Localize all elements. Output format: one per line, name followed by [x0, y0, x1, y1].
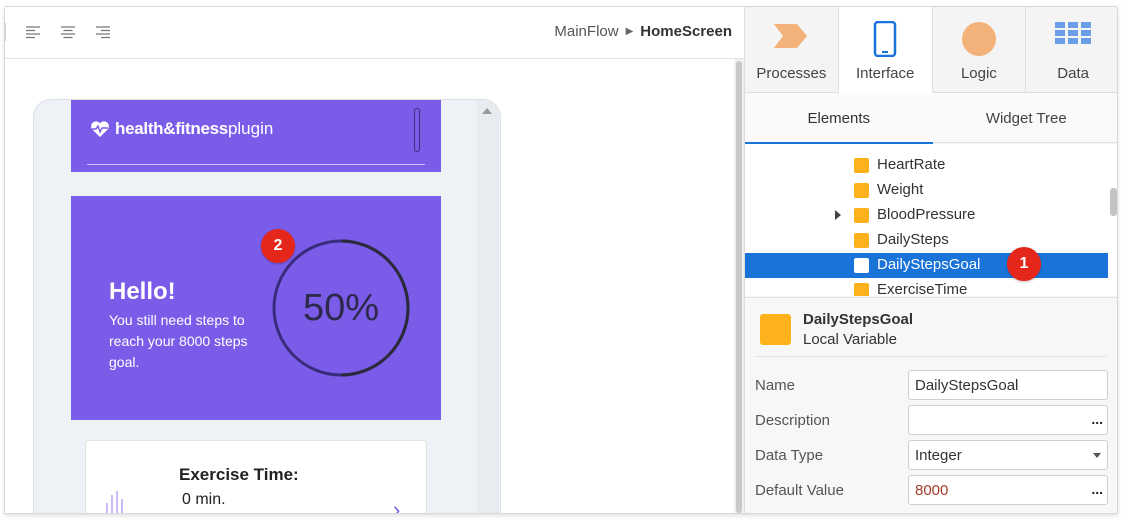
tree-item[interactable]: HeartRate [745, 153, 1108, 178]
variable-icon [854, 283, 869, 296]
subtab-elements[interactable]: Elements [745, 93, 933, 144]
name-field[interactable]: DailyStepsGoal [908, 370, 1108, 400]
header-divider [87, 164, 425, 165]
tree-item[interactable]: Weight [745, 178, 1108, 203]
chevron-right-icon[interactable]: › [393, 497, 400, 513]
interface-icon [873, 21, 897, 57]
tab-label: Processes [756, 65, 827, 82]
callout-badge-1: 1 [1007, 247, 1041, 281]
default-value-label: Default Value [755, 482, 844, 499]
tab-label: Interface [855, 65, 915, 82]
prop-row-name: Name DailyStepsGoal [745, 370, 1117, 400]
progress-label: 50% [302, 286, 380, 329]
exercise-value: 0 min. [182, 491, 226, 508]
design-canvas: MainFlow ▶ HomeScreen health&fitnessplug… [5, 7, 744, 513]
elements-tree: HeartRate Weight BloodPressure DailyStep… [745, 144, 1117, 296]
datatype-value: Integer [915, 447, 962, 464]
sub-tabs: Elements Widget Tree [745, 93, 1118, 144]
prop-row-default: Default Value 8000 ... [745, 475, 1117, 505]
data-icon [1055, 22, 1092, 44]
properties-panel: DailyStepsGoal Local Variable Name Daily… [745, 297, 1117, 513]
properties-subtitle: Local Variable [803, 331, 897, 348]
canvas-toolbar: MainFlow ▶ HomeScreen [5, 7, 744, 59]
tree-item-selected[interactable]: DailyStepsGoal [745, 253, 1108, 278]
exercise-title: Exercise Time: [179, 465, 299, 484]
name-label: Name [755, 377, 796, 394]
logic-icon [961, 22, 996, 56]
default-value-field[interactable]: 8000 ... [908, 475, 1108, 505]
default-value: 8000 [915, 482, 949, 499]
tree-item-label: BloodPressure [877, 206, 976, 223]
datatype-select[interactable]: Integer [908, 440, 1108, 470]
callout-badge-2: 2 [261, 229, 295, 263]
tree-item-label: DailySteps [877, 231, 949, 248]
app-logo: health&fitnessplugin [90, 119, 273, 139]
tree-scrollbar[interactable] [1109, 144, 1117, 296]
activity-bars-icon [106, 491, 123, 513]
canvas-scrollbar-thumb[interactable] [736, 61, 742, 513]
datatype-label: Data Type [755, 447, 824, 464]
scroll-up-icon[interactable] [482, 108, 492, 114]
variable-icon [854, 258, 869, 273]
tab-data[interactable]: Data [1026, 7, 1117, 93]
canvas-scrollbar[interactable] [734, 59, 744, 513]
ellipsis-button[interactable]: ... [1091, 411, 1103, 427]
prop-row-datatype: Data Type Integer [745, 440, 1117, 470]
tree-item-label: HeartRate [877, 156, 946, 173]
phone-preview: health&fitnessplugin Hello! You still ne… [33, 99, 501, 513]
hello-title: Hello! [109, 278, 176, 305]
breadcrumb: MainFlow ▶ HomeScreen [554, 23, 732, 40]
variable-icon [854, 233, 869, 248]
tree-item-label: DailyStepsGoal [877, 256, 981, 273]
processes-icon [774, 24, 808, 48]
tab-interface[interactable]: Interface [838, 7, 933, 93]
hello-text: You still need steps to reach your 8000 … [109, 312, 248, 370]
phone-scrollbar[interactable] [477, 100, 499, 513]
subtab-widget-tree[interactable]: Widget Tree [933, 93, 1118, 143]
tree-item[interactable]: BloodPressure [745, 203, 1108, 228]
description-label: Description [755, 412, 831, 429]
heart-pulse-icon [91, 121, 109, 137]
logo-light-text: plugin [227, 119, 274, 138]
ellipsis-button[interactable]: ... [1091, 481, 1103, 497]
app-header: health&fitnessplugin [71, 100, 441, 172]
breadcrumb-separator-icon: ▶ [625, 26, 634, 37]
main-tabs: Processes Interface Logic Data [745, 7, 1117, 93]
tree-item[interactable]: ExerciseTime [745, 278, 1108, 296]
name-value: DailyStepsGoal [915, 377, 1019, 394]
properties-title: DailyStepsGoal [803, 311, 914, 328]
properties-divider [755, 356, 1107, 357]
variable-icon [854, 183, 869, 198]
tab-processes[interactable]: Processes [745, 7, 839, 93]
tab-label: Data [1057, 65, 1089, 82]
variable-icon [854, 208, 869, 223]
tab-label: Logic [960, 65, 997, 82]
tree-item-label: Weight [877, 181, 924, 198]
tree-scrollbar-thumb[interactable] [1110, 188, 1117, 216]
variable-icon [854, 158, 869, 173]
variable-icon [760, 314, 791, 345]
description-field[interactable]: ... [908, 405, 1108, 435]
breadcrumb-flow[interactable]: MainFlow [554, 23, 618, 40]
logo-bold-text: health&fitness [115, 119, 228, 138]
align-right-icon[interactable] [95, 25, 111, 39]
toolbar-separator [5, 23, 6, 41]
app-window: MainFlow ▶ HomeScreen health&fitnessplug… [4, 6, 1118, 514]
align-left-icon[interactable] [25, 25, 41, 39]
tree-item[interactable]: DailySteps [745, 228, 1108, 253]
prop-row-description: Description ... [745, 405, 1117, 435]
greeting-card: Hello! You still need steps to reach you… [71, 196, 441, 420]
menu-toggle[interactable] [414, 108, 420, 152]
expand-arrow-icon[interactable] [835, 210, 841, 220]
tree-item-label: ExerciseTime [877, 281, 968, 296]
tab-logic[interactable]: Logic [933, 7, 1027, 93]
align-center-icon[interactable] [60, 25, 76, 39]
dropdown-caret-icon[interactable] [1093, 453, 1101, 458]
right-panel: Processes Interface Logic Data Elements … [744, 7, 1118, 513]
breadcrumb-screen[interactable]: HomeScreen [640, 23, 732, 40]
exercise-card[interactable]: Exercise Time: 0 min. › [85, 440, 427, 513]
